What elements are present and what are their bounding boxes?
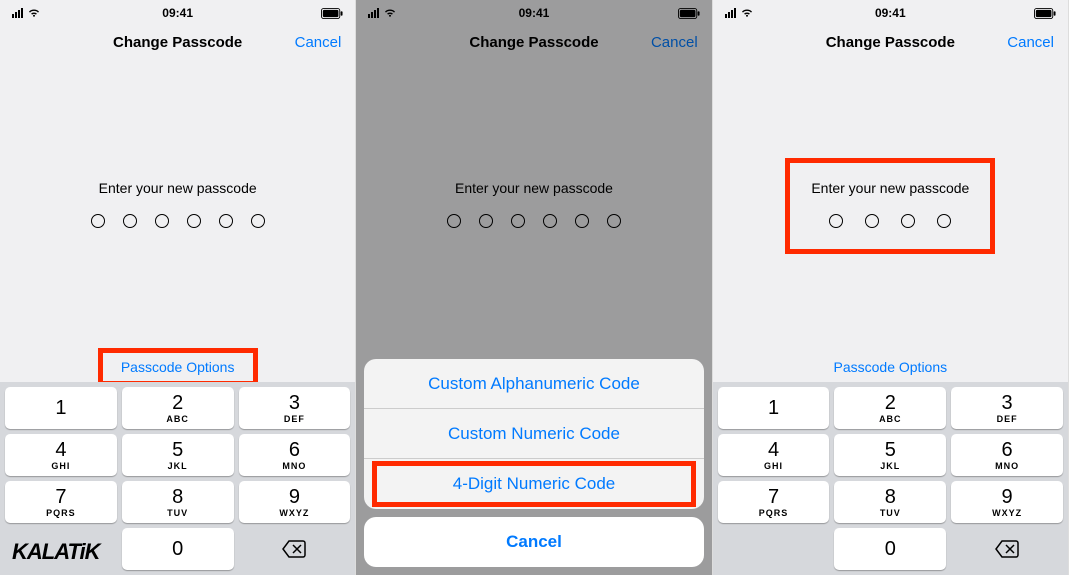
key-blank xyxy=(718,528,830,570)
backspace-icon xyxy=(282,540,306,558)
highlight-box xyxy=(98,348,258,386)
key-2[interactable]: 2ABC xyxy=(122,387,234,429)
key-0[interactable]: 0 xyxy=(122,528,234,570)
key-1[interactable]: 1 xyxy=(718,387,830,429)
nav-title: Change Passcode xyxy=(113,34,242,51)
sheet-4-digit[interactable]: 4-Digit Numeric Code xyxy=(364,459,703,509)
backspace-key[interactable] xyxy=(951,528,1063,570)
signal-icon xyxy=(12,8,23,18)
prompt-text: Enter your new passcode xyxy=(99,180,257,196)
status-time: 09:41 xyxy=(875,6,906,20)
key-5[interactable]: 5JKL xyxy=(122,434,234,476)
key-6[interactable]: 6MNO xyxy=(239,434,351,476)
battery-icon xyxy=(1034,8,1056,19)
numeric-keypad: 1 2ABC 3DEF 4GHI 5JKL 6MNO 7PQRS 8TUV 9W… xyxy=(713,382,1068,575)
status-bar: 09:41 xyxy=(713,4,1068,22)
key-4[interactable]: 4GHI xyxy=(5,434,117,476)
watermark: KALATiK xyxy=(12,539,100,565)
battery-icon xyxy=(321,8,343,19)
sheet-custom-alphanumeric[interactable]: Custom Alphanumeric Code xyxy=(364,359,703,409)
backspace-icon xyxy=(995,540,1019,558)
key-3[interactable]: 3DEF xyxy=(239,387,351,429)
wifi-icon xyxy=(740,8,754,18)
key-0[interactable]: 0 xyxy=(834,528,946,570)
screen-3: 09:41 Change Passcode Cancel Enter your … xyxy=(713,0,1069,575)
screen-2: 09:41 Change Passcode Cancel Enter your … xyxy=(356,0,712,575)
sheet-cancel[interactable]: Cancel xyxy=(364,517,703,567)
nav-title: Change Passcode xyxy=(826,34,955,51)
action-sheet: Custom Alphanumeric Code Custom Numeric … xyxy=(364,359,703,567)
key-2[interactable]: 2ABC xyxy=(834,387,946,429)
key-3[interactable]: 3DEF xyxy=(951,387,1063,429)
key-1[interactable]: 1 xyxy=(5,387,117,429)
status-bar: 09:41 xyxy=(0,4,355,22)
status-time: 09:41 xyxy=(162,6,193,20)
nav-bar: Change Passcode Cancel xyxy=(0,22,355,62)
key-6[interactable]: 6MNO xyxy=(951,434,1063,476)
key-7[interactable]: 7PQRS xyxy=(5,481,117,523)
screen-1: 09:41 Change Passcode Cancel Enter your … xyxy=(0,0,356,575)
highlight-box xyxy=(785,158,995,254)
signal-icon xyxy=(725,8,736,18)
cancel-button[interactable]: Cancel xyxy=(1007,34,1054,51)
backspace-key[interactable] xyxy=(239,528,351,570)
key-8[interactable]: 8TUV xyxy=(834,481,946,523)
key-5[interactable]: 5JKL xyxy=(834,434,946,476)
key-4[interactable]: 4GHI xyxy=(718,434,830,476)
passcode-options-link[interactable]: Passcode Options xyxy=(834,359,948,375)
key-9[interactable]: 9WXYZ xyxy=(239,481,351,523)
nav-bar: Change Passcode Cancel xyxy=(713,22,1068,62)
key-9[interactable]: 9WXYZ xyxy=(951,481,1063,523)
sheet-custom-numeric[interactable]: Custom Numeric Code xyxy=(364,409,703,459)
key-7[interactable]: 7PQRS xyxy=(718,481,830,523)
wifi-icon xyxy=(27,8,41,18)
cancel-button[interactable]: Cancel xyxy=(295,34,342,51)
key-8[interactable]: 8TUV xyxy=(122,481,234,523)
passcode-dots xyxy=(91,214,265,228)
